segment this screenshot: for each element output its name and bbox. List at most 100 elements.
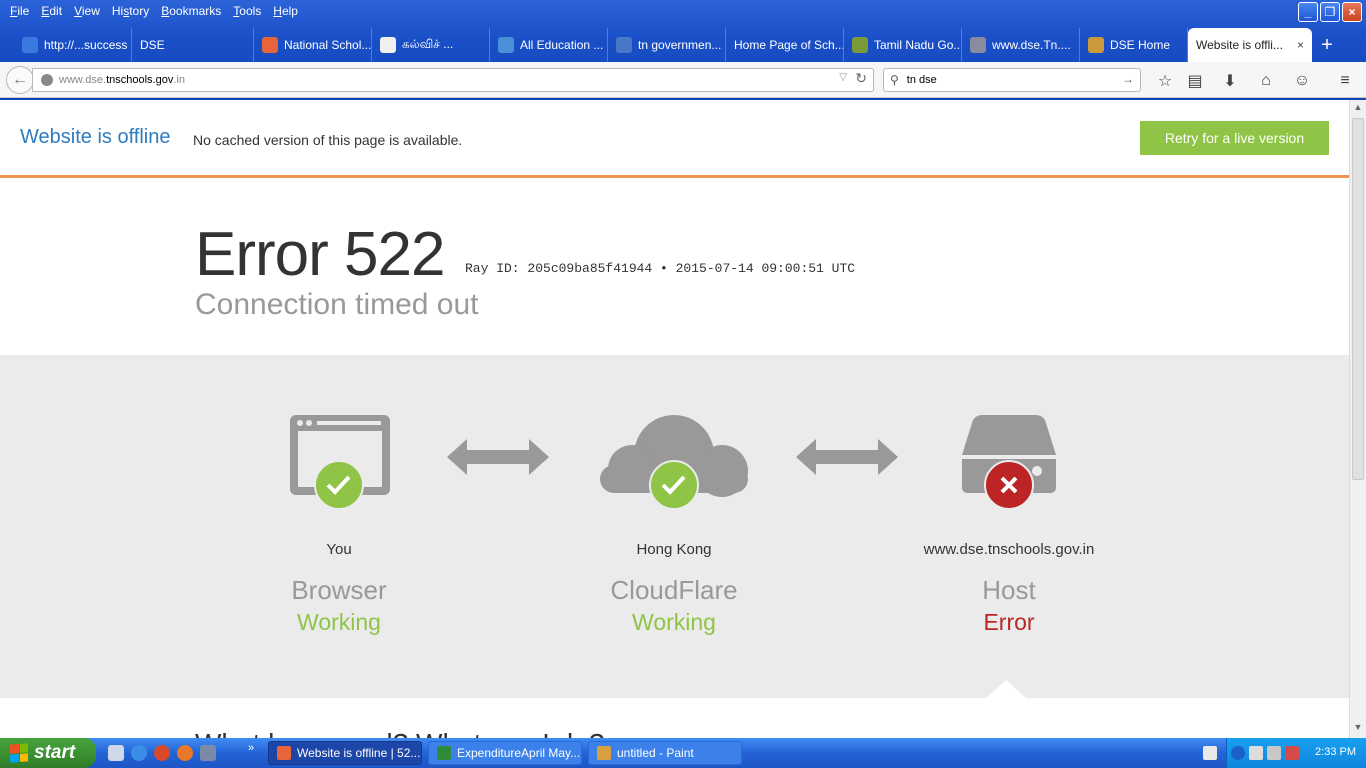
quicklaunch-more-icon[interactable]: » <box>248 742 254 754</box>
browser-tab[interactable]: www.dse.Tn.... <box>962 28 1080 62</box>
start-button[interactable]: start <box>0 738 96 768</box>
back-button[interactable]: ← <box>6 66 34 94</box>
scroll-down-icon[interactable]: ▼ <box>1352 722 1364 736</box>
tab-label: http://...success <box>44 38 128 52</box>
ray-id: Ray ID: 205c09ba85f41944 • 2015-07-14 09… <box>465 261 856 276</box>
taskbar-task[interactable]: Website is offline | 52... <box>268 741 422 765</box>
browser-title: Browser <box>291 575 387 605</box>
taskbar-task[interactable]: untitled - Paint <box>588 741 742 765</box>
browser-tab[interactable]: கல்விச் ... <box>372 28 490 62</box>
tab-label: National Schol... <box>284 38 372 52</box>
tab-close-icon[interactable]: × <box>1289 38 1304 52</box>
feedback-smiley-icon[interactable]: ☺ <box>1291 70 1313 92</box>
language-icon[interactable] <box>1267 746 1281 760</box>
browser-icon <box>290 415 390 510</box>
history-dropdown-icon[interactable]: ▽ <box>839 72 847 83</box>
close-window-button[interactable]: × <box>1342 2 1362 22</box>
tab-label: கல்விச் ... <box>402 37 454 51</box>
search-go-icon[interactable]: → <box>1122 72 1134 86</box>
bookmark-star-icon[interactable]: ☆ <box>1154 70 1176 92</box>
windows-flag-icon <box>10 743 28 763</box>
error-code: Error 522 <box>195 220 445 289</box>
scroll-thumb[interactable] <box>1352 118 1364 480</box>
browser-tab[interactable]: DSE Home <box>1080 28 1188 62</box>
quicklaunch-ie-icon[interactable] <box>131 745 147 761</box>
menu-item[interactable]: History <box>106 0 155 22</box>
browser-tab[interactable]: National Schol... <box>254 28 372 62</box>
menu-item[interactable]: View <box>68 0 106 22</box>
task-app-icon <box>437 746 451 760</box>
tab-favicon-icon <box>852 37 868 53</box>
tab-favicon-icon <box>262 37 278 53</box>
home-icon[interactable]: ⌂ <box>1255 70 1277 92</box>
error-header: Error 522 Ray ID: 205c09ba85f41944 • 201… <box>0 181 1349 355</box>
new-tab-button[interactable]: + <box>1312 28 1342 62</box>
minimize-button[interactable]: _ <box>1298 2 1318 22</box>
taskbar-task[interactable]: ExpenditureApril May.... <box>428 741 582 765</box>
browser-tab[interactable]: http://...success <box>14 28 132 62</box>
browser-tab[interactable]: Home Page of Sch... <box>726 28 844 62</box>
reading-list-icon[interactable]: ▤ <box>1184 70 1206 92</box>
keyboard-icon[interactable] <box>1203 746 1217 760</box>
scroll-up-icon[interactable]: ▲ <box>1352 102 1364 116</box>
offline-title: Website is offline <box>20 126 171 148</box>
menu-item[interactable]: Help <box>267 0 304 22</box>
downloads-icon[interactable]: ⬇ <box>1219 70 1241 92</box>
search-bar[interactable]: ⚲ tn dse → <box>883 68 1141 92</box>
task-label: ExpenditureApril May.... <box>457 746 582 760</box>
task-label: untitled - Paint <box>617 746 694 760</box>
cloudflare-state: Working <box>632 609 716 635</box>
tab-favicon-icon <box>970 37 986 53</box>
restore-button[interactable]: ❐ <box>1320 2 1340 22</box>
globe-icon <box>41 74 53 86</box>
browser-tab[interactable]: tn governmen... <box>608 28 726 62</box>
search-icon: ⚲ <box>890 73 899 87</box>
clock: 2:33 PM <box>1315 746 1356 758</box>
menu-item[interactable]: Tools <box>227 0 267 22</box>
retry-live-button[interactable]: Retry for a live version <box>1140 121 1329 155</box>
pointer-triangle <box>986 680 1026 698</box>
explanation-section: What happened? What can I do? <box>0 698 1349 738</box>
network-icon[interactable] <box>1249 746 1263 760</box>
server-icon <box>962 415 1056 510</box>
browser-tab[interactable]: All Education ... <box>490 28 608 62</box>
navigation-bar: ← www.dse. tnschools.gov .in ▽ ↻ ⚲ tn dse … <box>0 62 1366 98</box>
menu-item[interactable]: File <box>4 0 35 22</box>
quicklaunch-desktop-icon[interactable] <box>108 745 124 761</box>
cloudflare-location: Hong Kong <box>636 541 712 558</box>
explanation-heading: What happened? What can I do? <box>195 728 604 738</box>
tab-bar: http://...success DSE National Schol... கல்… <box>0 26 1366 62</box>
menu-item[interactable]: Bookmarks <box>155 0 227 22</box>
address-bar[interactable]: www.dse. tnschools.gov .in ▽ ↻ <box>32 68 874 92</box>
tab-label: Tamil Nadu Go... <box>874 38 962 52</box>
host-state: Error <box>983 609 1035 635</box>
security-icon[interactable] <box>1285 746 1299 760</box>
tab-label: tn governmen... <box>638 38 722 52</box>
quicklaunch-firefox-icon[interactable] <box>177 745 193 761</box>
tray-expand-icon[interactable] <box>1231 746 1245 760</box>
cloud-icon <box>600 415 748 510</box>
menu-bar: File Edit View History Bookmarks Tools Help <box>0 0 1290 22</box>
quicklaunch-media-icon[interactable] <box>154 745 170 761</box>
page-content: Website is offline No cached version of … <box>0 100 1349 738</box>
tab-favicon-icon <box>616 37 632 53</box>
browser-state: Working <box>297 609 381 635</box>
page-scrollbar[interactable]: ▲ ▼ <box>1349 100 1366 738</box>
tab-label: www.dse.Tn.... <box>992 38 1071 52</box>
menu-item[interactable]: Edit <box>35 0 68 22</box>
tab-label: DSE Home <box>1110 38 1171 52</box>
task-app-icon <box>597 746 611 760</box>
url-suffix: .in <box>173 74 185 86</box>
host-title: Host <box>982 575 1036 605</box>
browser-tab[interactable]: Tamil Nadu Go... <box>844 28 962 62</box>
browser-tab[interactable]: DSE <box>132 28 254 62</box>
hamburger-menu-icon[interactable]: ≡ <box>1334 70 1356 92</box>
error-description: Connection timed out <box>195 288 479 321</box>
browser-tab[interactable]: Website is offli... × <box>1188 28 1312 62</box>
task-label: Website is offline | 52... <box>297 746 421 760</box>
reload-icon[interactable]: ↻ <box>855 70 867 87</box>
tab-label: Home Page of Sch... <box>734 38 844 52</box>
quicklaunch-app-icon[interactable] <box>200 745 216 761</box>
search-input[interactable]: tn dse <box>907 74 937 86</box>
system-tray: 2:33 PM <box>1203 738 1366 768</box>
